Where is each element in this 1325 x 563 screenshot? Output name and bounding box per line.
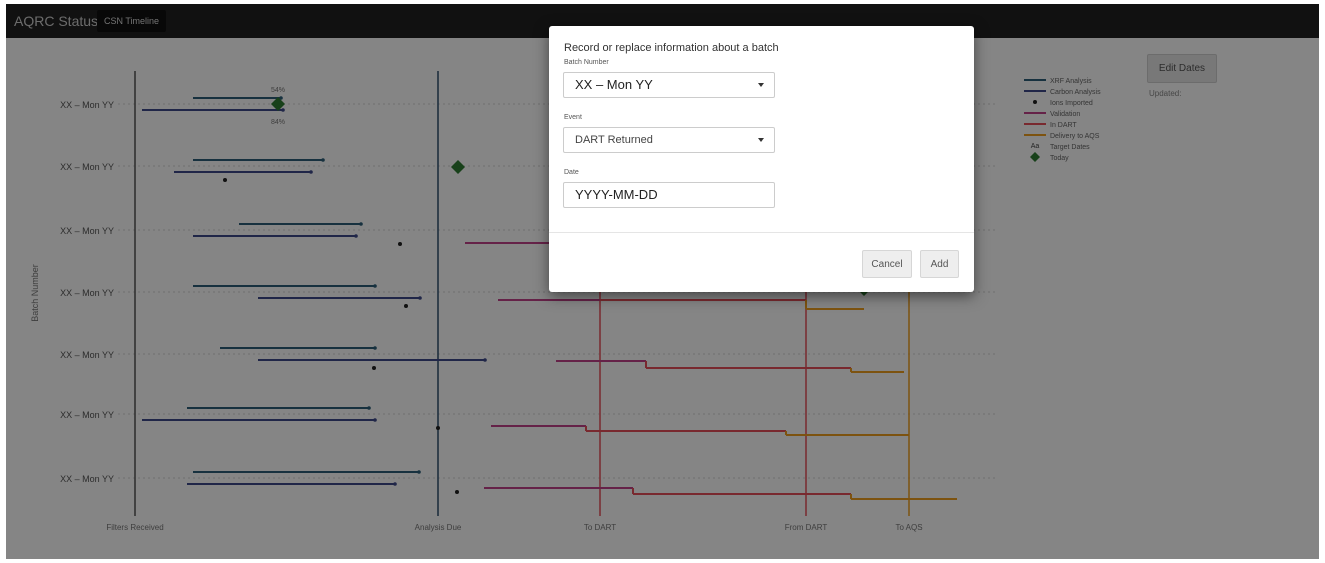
batch-number-label: Batch Number [564, 59, 609, 66]
app-window: AQRC Status CSN Timeline Batch Number XX … [6, 4, 1319, 559]
event-select[interactable]: DART Returned [563, 127, 775, 153]
modal-title: Record or replace information about a ba… [564, 42, 779, 54]
batch-number-select[interactable]: XX – Mon YY [563, 72, 775, 98]
add-button[interactable]: Add [920, 250, 959, 278]
chevron-down-icon [758, 83, 764, 87]
batch-number-value: XX – Mon YY [575, 77, 653, 92]
date-label: Date [564, 169, 579, 176]
date-value: YYYY-MM-DD [575, 187, 658, 202]
cancel-button[interactable]: Cancel [862, 250, 912, 278]
modal-body: Record or replace information about a ba… [549, 26, 974, 233]
event-value: DART Returned [575, 134, 653, 146]
event-label: Event [564, 114, 582, 121]
date-input[interactable]: YYYY-MM-DD [563, 182, 775, 208]
batch-modal: Record or replace information about a ba… [549, 26, 974, 292]
chevron-down-icon [758, 138, 764, 142]
